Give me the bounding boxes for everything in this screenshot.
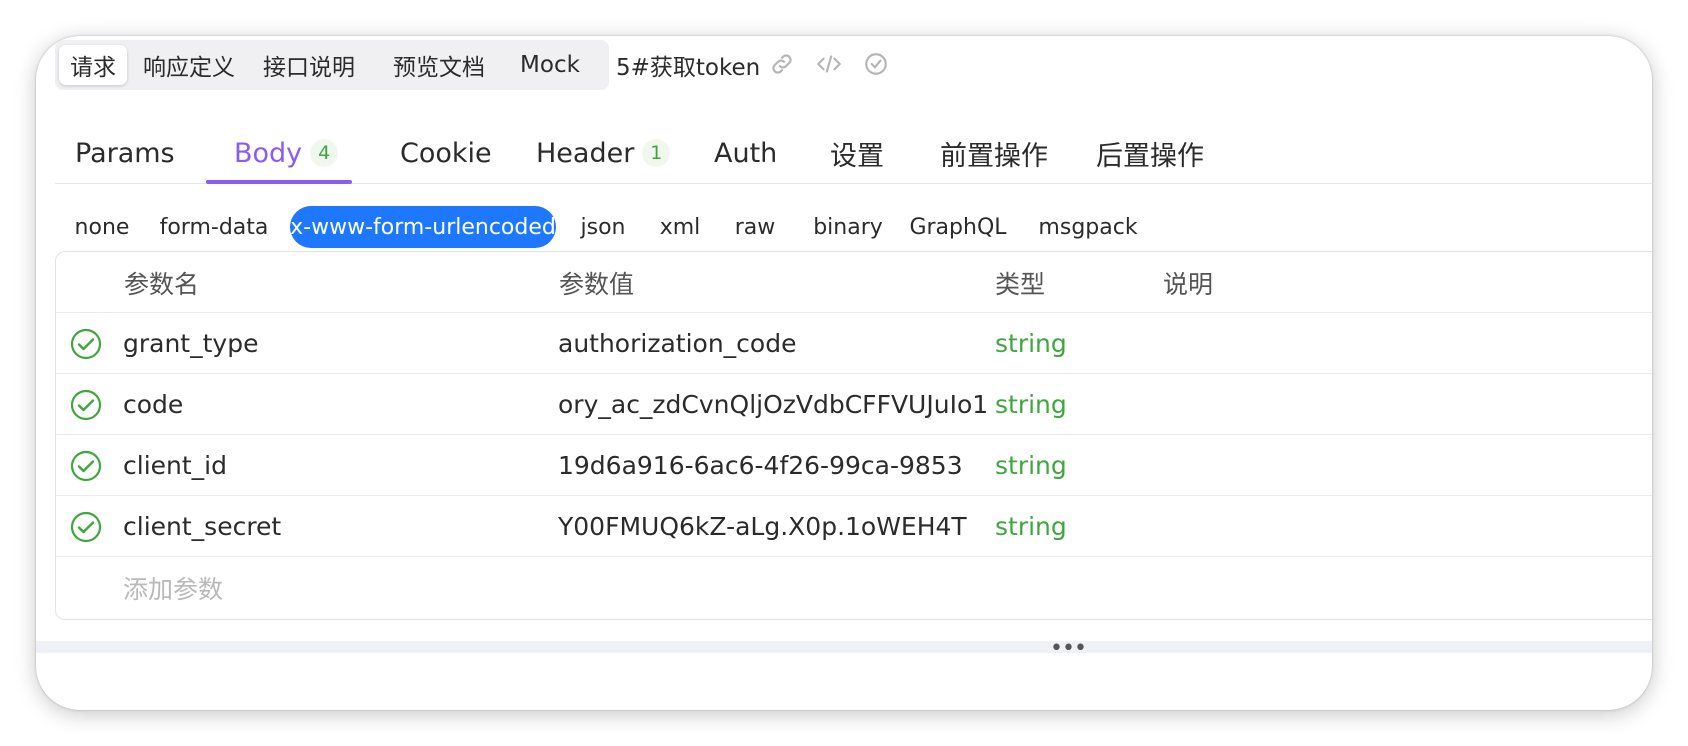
body-type-binary[interactable]: binary [800, 206, 896, 248]
tab-settings[interactable]: 设置 [830, 122, 884, 184]
table-row: client_id 19d6a916-6ac6-4f26-99ca-9853 s… [56, 435, 1652, 496]
body-type-none[interactable]: none [64, 206, 140, 248]
tab-body[interactable]: Body 4 [234, 122, 339, 184]
body-type-msgpack[interactable]: msgpack [1030, 206, 1146, 248]
col-header-description: 说明 [1163, 269, 1214, 299]
param-type[interactable]: string [995, 435, 1067, 496]
param-type[interactable]: string [995, 496, 1067, 557]
add-param-input[interactable]: 添加参数 [123, 557, 223, 618]
header-count-badge: 1 [642, 139, 671, 167]
request-view-tabs: 请求 响应定义 接口说明 预览文档 Mock [55, 40, 609, 90]
code-icon[interactable] [815, 50, 843, 78]
tab-header[interactable]: Header 1 [536, 122, 671, 184]
body-count-badge: 4 [310, 139, 339, 167]
tab-preview-doc[interactable]: 预览文档 [383, 45, 495, 85]
tab-post-processors[interactable]: 后置操作 [1096, 122, 1204, 184]
tab-auth[interactable]: Auth [714, 122, 777, 184]
param-value[interactable]: ory_ac_zdCvnQljOzVdbCFFVUJuIo1 [558, 374, 986, 435]
col-header-name: 参数名 [124, 269, 200, 299]
tab-pre-processors[interactable]: 前置操作 [940, 122, 1048, 184]
body-type-form-data[interactable]: form-data [152, 206, 276, 248]
params-table: 参数名 参数值 类型 说明 grant_type authorization_c… [55, 251, 1652, 620]
tab-request[interactable]: 请求 [59, 45, 127, 85]
add-param-row: 添加参数 [56, 557, 1652, 618]
tab-cookie[interactable]: Cookie [400, 122, 492, 184]
table-row: grant_type authorization_code string [56, 313, 1652, 374]
param-name[interactable]: code [123, 374, 543, 435]
table-row: client_secret Y00FMUQ6kZ-aLg.X0p.1oWEH4T… [56, 496, 1652, 557]
col-header-value: 参数值 [559, 269, 635, 299]
body-type-raw[interactable]: raw [726, 206, 784, 248]
tab-params[interactable]: Params [75, 122, 175, 184]
param-value[interactable]: 19d6a916-6ac6-4f26-99ca-9853 [558, 435, 986, 496]
resize-bar[interactable] [36, 641, 1652, 653]
enabled-check-icon[interactable] [70, 450, 102, 482]
body-type-json[interactable]: json [568, 206, 638, 248]
body-type-xml[interactable]: xml [652, 206, 708, 248]
api-title: 5#获取token [616, 55, 761, 81]
enabled-check-icon[interactable] [70, 511, 102, 543]
resize-handle-icon[interactable]: ••• [1050, 636, 1087, 661]
body-type-graphql[interactable]: GraphQL [902, 206, 1014, 248]
enabled-check-icon[interactable] [70, 328, 102, 360]
request-panel: 请求 响应定义 接口说明 预览文档 Mock 5#获取token Params … [36, 36, 1652, 710]
param-type[interactable]: string [995, 374, 1067, 435]
param-name[interactable]: grant_type [123, 313, 543, 374]
table-header-row: 参数名 参数值 类型 说明 [56, 252, 1652, 313]
tab-mock[interactable]: Mock [511, 45, 589, 85]
col-header-type: 类型 [995, 269, 1046, 299]
tab-api-description[interactable]: 接口说明 [253, 45, 365, 85]
param-name[interactable]: client_id [123, 435, 543, 496]
param-value[interactable]: authorization_code [558, 313, 986, 374]
table-row: code ory_ac_zdCvnQljOzVdbCFFVUJuIo1 stri… [56, 374, 1652, 435]
param-type[interactable]: string [995, 313, 1067, 374]
enabled-check-icon[interactable] [70, 389, 102, 421]
body-type-x-www-form-urlencoded[interactable]: x-www-form-urlencoded [290, 206, 556, 248]
param-name[interactable]: client_secret [123, 496, 543, 557]
tab-response-definition[interactable]: 响应定义 [133, 45, 245, 85]
link-icon[interactable] [768, 50, 796, 78]
param-value[interactable]: Y00FMUQ6kZ-aLg.X0p.1oWEH4T [558, 496, 986, 557]
active-tab-indicator [206, 180, 352, 184]
share-icon[interactable] [862, 50, 890, 78]
